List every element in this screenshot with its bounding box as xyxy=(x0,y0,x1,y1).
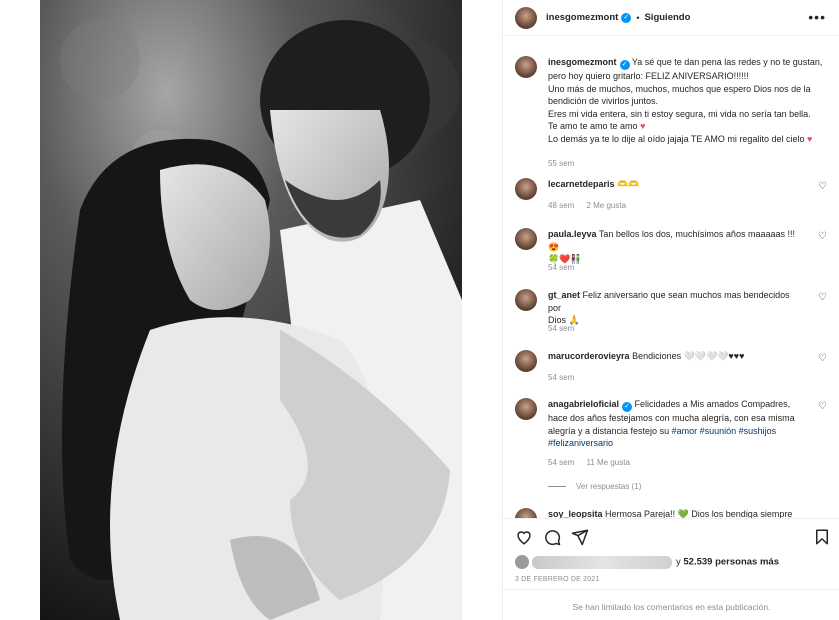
red-heart-icon: ♥ xyxy=(640,121,646,131)
comment-time[interactable]: 54 sem xyxy=(548,324,574,333)
verified-badge-icon: ✓ xyxy=(622,402,633,412)
comments-list: inesgomezmont ✓ Ya sé que te dan pena las… xyxy=(503,48,839,518)
caption-text: inesgomezmont ✓ Ya sé que te dan pena las… xyxy=(548,56,828,145)
caption-meta: 55 sem xyxy=(548,159,584,168)
view-replies-button[interactable]: Ver respuestas (1) xyxy=(548,482,641,491)
commenter-username[interactable]: marucorderovieyra xyxy=(548,351,630,361)
likes-count[interactable]: 52.539 personas xyxy=(683,557,757,568)
save-bookmark-icon[interactable] xyxy=(813,528,831,546)
liker-avatar xyxy=(515,555,529,569)
red-heart-icon: ♥ xyxy=(807,133,813,144)
more-options-icon[interactable]: ••• xyxy=(808,9,826,25)
author-avatar[interactable] xyxy=(515,6,537,29)
comment-time[interactable]: 54 sem xyxy=(548,263,574,272)
post-sidebar: inesgomezmont ✓ • Siguiendo ••• inesgome… xyxy=(502,0,839,620)
post-actions: y 52.539 personas más 3 DE FEBRERO DE 20… xyxy=(503,518,839,620)
photo-panel xyxy=(0,0,502,620)
comment-likes[interactable]: 11 Me gusta xyxy=(586,458,629,467)
post-photo[interactable] xyxy=(40,0,462,620)
comment-meta: 54 sem xyxy=(548,324,584,333)
action-bar xyxy=(515,528,831,548)
couple-photo-illustration xyxy=(40,0,462,620)
commenter-username[interactable]: lecarnetdeparis xyxy=(548,179,615,189)
replies-line xyxy=(548,486,566,488)
comment-text: gt_anet Feliz aniversario que sean mucho… xyxy=(548,289,796,327)
caption-line: pero hoy quiero gritarlo: FELIZ ANIVERSA… xyxy=(548,71,749,81)
comment-icon[interactable] xyxy=(543,528,561,546)
verified-badge-icon: ✓ xyxy=(621,12,632,23)
comments-limited-notice: Se han limitado los comentarios en esta … xyxy=(503,589,839,620)
comment-meta: 54 sem xyxy=(548,263,584,272)
comment-text: marucorderovieyra Bendiciones 🤍🤍🤍🤍♥♥♥ xyxy=(548,350,796,363)
view-replies-label: Ver respuestas (1) xyxy=(576,482,642,491)
comment-body: Felicidades a Mis amados Compadres, xyxy=(634,399,791,409)
commenter-username[interactable]: anagabrieloficial xyxy=(548,399,619,409)
author-username[interactable]: inesgomezmont xyxy=(546,12,618,23)
commenter-avatar[interactable] xyxy=(515,228,537,250)
like-heart-icon[interactable]: ♡ xyxy=(818,231,827,242)
caption-line: bendición de vivirlos juntos. xyxy=(548,96,659,106)
comment-body: 🫶🫶 xyxy=(617,179,640,189)
commenter-avatar[interactable] xyxy=(515,178,537,200)
comment-meta: 48 sem 2 Me gusta xyxy=(548,201,636,210)
likes-summary[interactable]: y 52.539 personas más xyxy=(515,555,779,569)
comment-time[interactable]: 54 sem xyxy=(548,458,574,467)
hashtags[interactable]: #amor #suunión #sushijos xyxy=(672,426,777,436)
commenter-avatar[interactable] xyxy=(515,398,537,420)
comment-body-3: alegría y a distancia festejo su xyxy=(548,425,670,436)
following-button[interactable]: Siguiendo xyxy=(644,12,690,23)
verified-badge-icon: ✓ xyxy=(619,60,630,70)
likes-prefix: y xyxy=(676,556,681,568)
comment-likes[interactable]: 2 Me gusta xyxy=(586,201,626,210)
comment-body: Bendiciones 🤍🤍🤍🤍♥♥♥ xyxy=(632,351,745,361)
separator-dot: • xyxy=(636,12,640,23)
caption-time[interactable]: 55 sem xyxy=(548,159,574,168)
comment-meta: 54 sem xyxy=(548,373,584,382)
comment-time[interactable]: 48 sem xyxy=(548,201,574,210)
post-header: inesgomezmont ✓ • Siguiendo ••• xyxy=(503,0,839,36)
post-date: 3 DE FEBRERO DE 2021 xyxy=(515,576,600,583)
commenter-username[interactable]: soy_leopsita xyxy=(548,509,603,518)
like-heart-icon[interactable]: ♡ xyxy=(818,353,827,364)
caption-username[interactable]: inesgomezmont xyxy=(548,57,617,67)
like-heart-icon[interactable] xyxy=(515,528,533,546)
caption-line: Te amo te amo te amo xyxy=(548,121,638,131)
like-heart-icon[interactable]: ♡ xyxy=(818,401,827,412)
share-icon[interactable] xyxy=(571,528,589,546)
comment-time[interactable]: 54 sem xyxy=(548,373,574,382)
likes-more[interactable]: más xyxy=(760,557,779,568)
author-avatar[interactable] xyxy=(515,56,537,78)
comment-body-2: hace dos años festejamos con mucha alegr… xyxy=(548,413,795,423)
caption-line: Eres mi vida entera, sin ti estoy segura… xyxy=(548,108,811,119)
commenter-avatar[interactable] xyxy=(515,508,537,518)
commenter-username[interactable]: paula.leyva xyxy=(548,229,597,239)
commenter-avatar[interactable] xyxy=(515,289,537,311)
comment-text: paula.leyva Tan bellos los dos, muchísim… xyxy=(548,228,796,266)
comment-body: Feliz aniversario que sean muchos mas be… xyxy=(548,290,790,313)
comment-text: anagabrieloficial ✓ Felicidades a Mis ama… xyxy=(548,398,796,450)
comment-meta: 54 sem 11 Me gusta xyxy=(548,458,640,467)
commenter-username[interactable]: gt_anet xyxy=(548,290,580,300)
caption-line: Lo demás ya te lo dije al oído jajaja TE… xyxy=(548,133,805,144)
commenter-avatar[interactable] xyxy=(515,350,537,372)
caption-line: Uno más de muchos, muchos, muchos que es… xyxy=(548,83,811,94)
blurred-liker-name xyxy=(532,555,672,569)
comment-text: lecarnetdeparis 🫶🫶 xyxy=(548,178,796,191)
comment-body: Hermosa Pareja!! 💚 Dios los bendiga siem… xyxy=(605,509,793,518)
comment-text: soy_leopsita Hermosa Pareja!! 💚 Dios los… xyxy=(548,508,796,518)
like-heart-icon[interactable]: ♡ xyxy=(818,181,827,192)
caption-line: Ya sé que te dan pena las redes y no te … xyxy=(631,57,823,67)
hashtags[interactable]: #felizaniversario xyxy=(548,438,613,448)
like-heart-icon[interactable]: ♡ xyxy=(818,292,827,303)
